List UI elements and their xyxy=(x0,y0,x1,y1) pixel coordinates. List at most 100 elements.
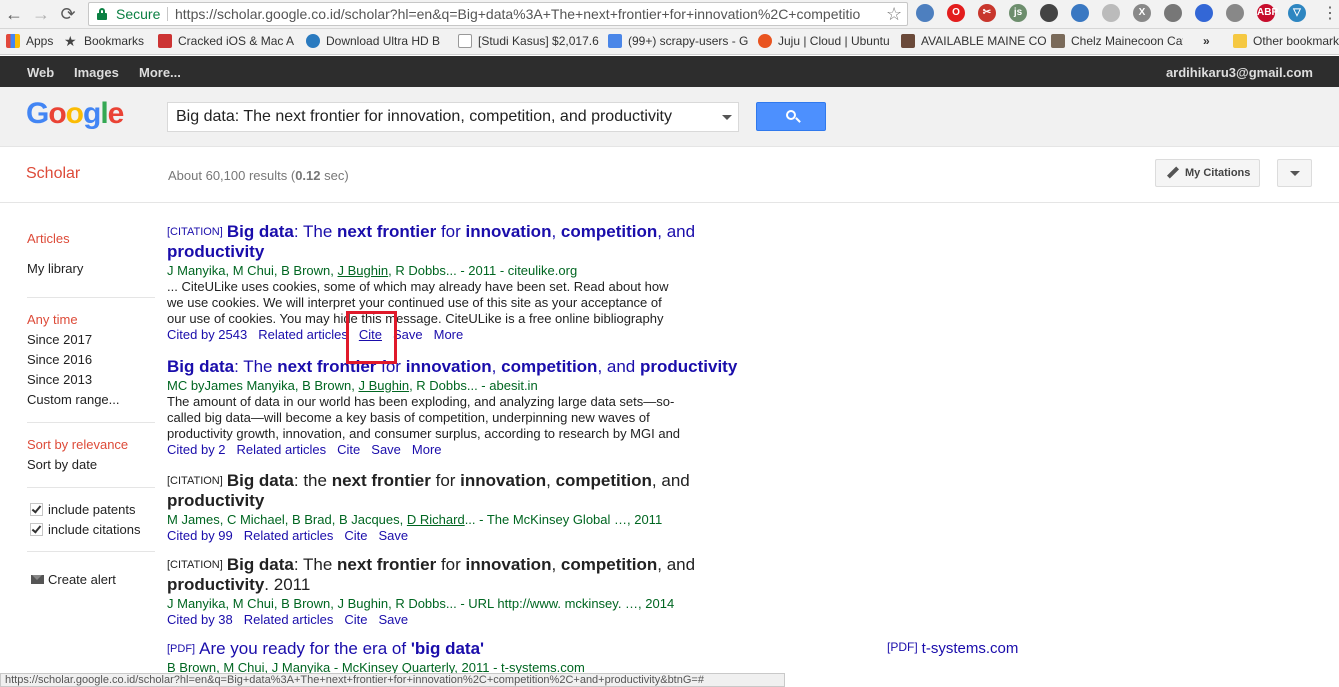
related-articles-link[interactable]: Related articles xyxy=(258,327,348,342)
clipper-icon[interactable]: ✂ xyxy=(978,4,996,22)
cite-highlight-box xyxy=(346,311,397,364)
puzzle-icon[interactable] xyxy=(1226,4,1244,22)
cited-by-link[interactable]: Cited by 99 xyxy=(167,528,233,543)
bookmark-scrapy-users[interactable]: (99+) scrapy-users - G xyxy=(608,34,760,48)
sidebar-sort-date[interactable]: Sort by date xyxy=(27,457,97,472)
sidebar-divider xyxy=(27,297,155,298)
nav-web[interactable]: Web xyxy=(27,65,54,80)
cited-by-link[interactable]: Cited by 2 xyxy=(167,442,226,457)
sidebar-any-time[interactable]: Any time xyxy=(27,312,78,327)
include-citations-checkbox[interactable] xyxy=(30,523,43,536)
logo-letter: e xyxy=(107,97,125,130)
shield-icon[interactable]: ▽ xyxy=(1288,4,1306,22)
cited-by-link[interactable]: Cited by 2543 xyxy=(167,327,247,342)
cat-photo-icon xyxy=(1051,34,1065,48)
cast-icon[interactable] xyxy=(916,4,934,22)
cited-by-link[interactable]: Cited by 38 xyxy=(167,612,233,627)
forward-button[interactable]: → xyxy=(31,4,51,24)
sidebar-divider xyxy=(27,422,155,423)
chevron-down-icon[interactable] xyxy=(722,115,732,120)
pdf-side-link[interactable]: [PDF] t-systems.com xyxy=(887,640,1018,657)
url-text[interactable]: https://scholar.google.co.id/scholar?hl=… xyxy=(175,3,885,25)
author-link[interactable]: J Bughin xyxy=(338,263,389,278)
pencil-icon xyxy=(1166,166,1180,179)
bookmark-apps[interactable]: Apps xyxy=(6,34,53,48)
related-articles-link[interactable]: Related articles xyxy=(244,528,334,543)
sidebar-my-library[interactable]: My library xyxy=(27,261,83,276)
diamond-icon[interactable] xyxy=(1195,4,1213,22)
bookmark-maine-coon[interactable]: AVAILABLE MAINE CO xyxy=(901,34,1049,48)
bookmarks-overflow[interactable]: » xyxy=(1203,34,1210,48)
include-patents-checkbox[interactable] xyxy=(30,503,43,516)
nav-images[interactable]: Images xyxy=(74,65,119,80)
site-icon xyxy=(158,34,172,48)
bookmark-chelz[interactable]: Chelz Mainecoon Catt xyxy=(1051,34,1183,48)
include-patents-label[interactable]: include patents xyxy=(48,502,135,517)
result-links: Cited by 2543 Related articles Cite Save Mor… xyxy=(167,327,747,343)
result-title[interactable]: [CITATION] Big data: The next frontier fo… xyxy=(167,222,747,262)
cite-link[interactable]: Cite xyxy=(337,442,360,457)
result-links: Cited by 2 Related articles Cite Save More xyxy=(167,442,747,458)
include-citations-label[interactable]: include citations xyxy=(48,522,141,537)
search-button[interactable] xyxy=(756,102,826,131)
sidebar-sort-relevance[interactable]: Sort by relevance xyxy=(27,437,128,452)
result-title[interactable]: Big data: The next frontier for innovati… xyxy=(167,357,747,377)
result-authors: J Manyika, M Chui, B Brown, J Bughin, R … xyxy=(167,263,578,278)
envelope-icon xyxy=(31,575,44,584)
author-link[interactable]: D Richard xyxy=(407,512,465,527)
eye-icon[interactable] xyxy=(1164,4,1182,22)
address-bar[interactable]: Secure https://scholar.google.co.id/scho… xyxy=(88,2,908,26)
x-icon[interactable]: X xyxy=(1133,4,1151,22)
cite-link[interactable]: Cite xyxy=(344,528,367,543)
back-button[interactable]: ← xyxy=(4,4,24,24)
bookmark-bookmarks[interactable]: ★ Bookmarks xyxy=(64,34,144,48)
settings-dropdown-button[interactable] xyxy=(1277,159,1312,187)
sidebar-custom-range[interactable]: Custom range... xyxy=(27,392,120,407)
author-link[interactable]: J Bughin xyxy=(358,378,409,393)
save-link[interactable]: Save xyxy=(379,528,409,543)
url-separator xyxy=(167,7,168,21)
dark-extension-icon[interactable] xyxy=(1040,4,1058,22)
result-links: Cited by 99 Related articles Cite Save xyxy=(167,528,747,544)
more-link[interactable]: More xyxy=(434,327,464,342)
adblock-icon[interactable]: ABP xyxy=(1257,4,1278,22)
page-icon xyxy=(458,34,472,48)
my-citations-button[interactable]: My Citations xyxy=(1155,159,1260,187)
sidebar-since-2016[interactable]: Since 2016 xyxy=(27,352,92,367)
related-articles-link[interactable]: Related articles xyxy=(244,612,334,627)
create-alert[interactable]: Create alert xyxy=(48,572,116,587)
search-input[interactable]: Big data: The next frontier for innovati… xyxy=(167,102,739,132)
save-link[interactable]: Save xyxy=(371,442,401,457)
related-articles-link[interactable]: Related articles xyxy=(237,442,327,457)
search-extension-icon[interactable] xyxy=(1102,4,1120,22)
sidebar-since-2017[interactable]: Since 2017 xyxy=(27,332,92,347)
browser-menu-icon[interactable]: ⋮ xyxy=(1322,5,1338,23)
js-icon[interactable]: js xyxy=(1009,4,1027,22)
bookmark-star-icon[interactable]: ☆ xyxy=(886,3,902,25)
result-authors: M James, C Michael, B Brad, B Jacques, D… xyxy=(167,512,663,527)
sidebar-articles[interactable]: Articles xyxy=(27,231,70,246)
logo-letter: o xyxy=(48,97,66,130)
browser-toolbar: ← → ⟳ Secure https://scholar.google.co.i… xyxy=(0,0,1339,29)
other-bookmarks[interactable]: Other bookmarks xyxy=(1233,34,1339,48)
result-item: [CITATION] Big data: The next frontier fo… xyxy=(167,222,747,343)
sidebar-since-2013[interactable]: Since 2013 xyxy=(27,372,92,387)
opera-icon[interactable]: O xyxy=(947,4,965,22)
cite-link[interactable]: Cite xyxy=(344,612,367,627)
more-link[interactable]: More xyxy=(412,442,442,457)
account-email[interactable]: ardihikaru3@gmail.com xyxy=(1166,65,1313,80)
bookmark-juju[interactable]: Juju | Cloud | Ubuntu xyxy=(758,34,890,48)
stack-icon[interactable] xyxy=(1071,4,1089,22)
save-link[interactable]: Save xyxy=(393,327,423,342)
extension-icons: O ✂ js X ABP ▽ xyxy=(916,4,1306,24)
bookmark-studi-kasus[interactable]: [Studi Kasus] $2,017.6 xyxy=(458,34,604,48)
reload-button[interactable]: ⟳ xyxy=(58,4,78,24)
folder-icon xyxy=(1233,34,1247,48)
bookmark-download-ultra[interactable]: Download Ultra HD B xyxy=(306,34,448,48)
bookmark-cracked-ios[interactable]: Cracked iOS & Mac A xyxy=(158,34,298,48)
scholar-title[interactable]: Scholar xyxy=(26,165,80,183)
google-logo[interactable]: Google xyxy=(26,97,125,131)
result-title[interactable]: [PDF] Are you ready for the era of 'big d… xyxy=(167,639,747,659)
save-link[interactable]: Save xyxy=(379,612,409,627)
nav-more[interactable]: More... xyxy=(139,65,181,80)
